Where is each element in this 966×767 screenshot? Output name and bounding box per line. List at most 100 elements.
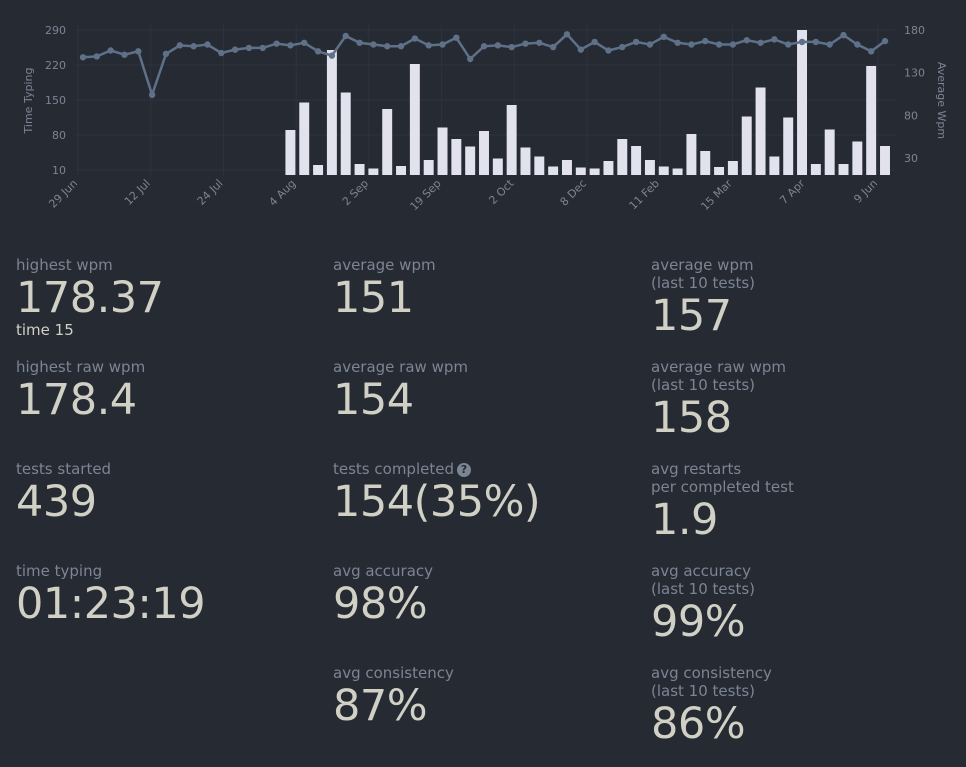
y-right-tick-label: 30: [904, 152, 918, 165]
average-wpm-point: [135, 48, 142, 55]
stat-avg-accuracy-last10: avg accuracy (last 10 tests) 99%: [651, 562, 951, 646]
stat-label: time typing: [16, 562, 103, 580]
time-typing-bar: [589, 168, 600, 175]
time-typing-bar: [437, 127, 448, 175]
stat-highest-raw-wpm: highest raw wpm 178.4: [16, 358, 316, 424]
average-wpm-point: [826, 41, 833, 48]
y-left-tick-label: 220: [45, 59, 66, 72]
y-right-tick-label: 130: [904, 67, 925, 80]
average-wpm-point: [494, 42, 502, 49]
time-typing-bar: [285, 130, 296, 175]
average-wpm-point: [218, 49, 225, 57]
average-wpm-point: [605, 47, 612, 54]
stat-value: 157: [651, 291, 732, 341]
time-typing-bar: [368, 168, 379, 175]
stat-label: highest raw wpm: [16, 358, 146, 376]
x-tick-label: 8 Dec: [558, 177, 590, 209]
time-typing-bar: [520, 147, 531, 175]
time-typing-bar: [866, 66, 877, 175]
average-wpm-point: [107, 47, 114, 54]
average-wpm-point: [632, 38, 640, 46]
y-left-tick-label: 150: [45, 94, 66, 107]
x-tick-label: 2 Oct: [486, 176, 517, 207]
time-typing-bar: [714, 167, 725, 175]
question-circle-icon[interactable]: ?: [456, 463, 471, 477]
stat-average-wpm-last10: average wpm (last 10 tests) 157: [651, 256, 951, 340]
stat-value: 99%: [651, 597, 746, 647]
average-wpm-point: [314, 48, 322, 55]
time-typing-bar: [644, 160, 655, 175]
average-wpm-point: [536, 39, 543, 46]
average-wpm-point: [466, 55, 474, 63]
average-wpm-point: [674, 39, 681, 46]
average-wpm-point: [411, 35, 419, 42]
average-wpm-point: [121, 51, 128, 58]
time-typing-bar: [603, 161, 614, 175]
time-typing-bar: [755, 87, 766, 175]
stat-label: tests started: [16, 460, 112, 478]
average-wpm-point: [688, 41, 695, 48]
average-wpm-point: [591, 38, 598, 46]
stat-label: average raw wpm: [651, 358, 786, 376]
time-typing-bar: [548, 166, 559, 175]
stat-label: average wpm: [651, 256, 754, 274]
stat-avg-accuracy: avg accuracy 98%: [333, 562, 633, 628]
average-wpm-point: [301, 39, 308, 46]
stat-mode: time 15: [16, 321, 74, 339]
average-wpm-point: [190, 43, 197, 50]
stat-label: tests completed: [333, 460, 454, 478]
stat-average-raw-wpm-last10: average raw wpm (last 10 tests) 158: [651, 358, 951, 442]
average-wpm-point: [273, 40, 280, 47]
time-typing-bar: [824, 129, 835, 175]
time-typing-bar: [575, 167, 586, 175]
time-typing-bar: [561, 160, 572, 175]
average-wpm-point: [425, 42, 432, 49]
average-wpm-point: [453, 34, 460, 41]
y-right-axis-title: Average Wpm: [935, 62, 948, 139]
history-chart: 10 80 150 220 290 30 80 130 180 Time Typing Averag…: [0, 0, 966, 240]
y-right-tick-label: 80: [904, 109, 918, 122]
x-tick-label: 7 Apr: [777, 177, 807, 207]
average-wpm-point: [702, 37, 709, 45]
stat-label: average raw wpm: [333, 358, 468, 376]
average-wpm-point: [757, 39, 764, 46]
stat-tests-started: tests started 439: [16, 460, 316, 526]
average-wpm-point: [370, 41, 377, 48]
average-wpm-point: [646, 41, 654, 48]
time-typing-bar: [451, 139, 462, 175]
average-wpm-point: [79, 54, 87, 61]
stat-value: 1.9: [651, 495, 718, 545]
average-wpm-point: [854, 41, 861, 48]
average-wpm-point: [287, 42, 294, 49]
time-typing-bar: [852, 141, 863, 175]
stat-value: 439: [16, 477, 97, 527]
stat-value: 154(35%): [333, 477, 541, 527]
average-wpm-point: [729, 41, 737, 48]
stat-label: avg accuracy: [651, 562, 752, 580]
stat-avg-restarts: avg restarts per completed test 1.9: [651, 460, 951, 544]
time-typing-bar: [423, 160, 434, 175]
time-typing-bar: [479, 131, 489, 175]
stat-sublabel: (last 10 tests): [651, 376, 756, 394]
stat-value: 178.37: [16, 273, 164, 323]
time-typing-bar: [340, 92, 351, 175]
average-wpm-point: [480, 43, 488, 50]
x-tick-label: 2 Sep: [340, 177, 371, 208]
time-typing-bar: [700, 151, 711, 175]
stat-average-raw-wpm: average raw wpm 154: [333, 358, 633, 424]
average-wpm-point: [328, 52, 336, 59]
average-wpm-point: [93, 53, 101, 60]
y-left-axis-title: Time Typing: [22, 68, 35, 135]
stat-value: 151: [333, 273, 414, 323]
stat-value: 86%: [651, 699, 746, 749]
time-typing-bar: [409, 64, 420, 175]
average-wpm-point: [577, 46, 584, 53]
stat-avg-consistency-last10: avg consistency (last 10 tests) 86%: [651, 664, 951, 748]
x-tick-label: 4 Aug: [266, 177, 298, 209]
x-tick-label: 19 Sep: [408, 177, 444, 213]
average-wpm-point: [162, 50, 170, 58]
stat-label: avg restarts: [651, 460, 742, 478]
time-typing-bar: [492, 158, 503, 175]
time-typing-bar: [631, 146, 642, 175]
time-typing-bar: [658, 166, 669, 175]
